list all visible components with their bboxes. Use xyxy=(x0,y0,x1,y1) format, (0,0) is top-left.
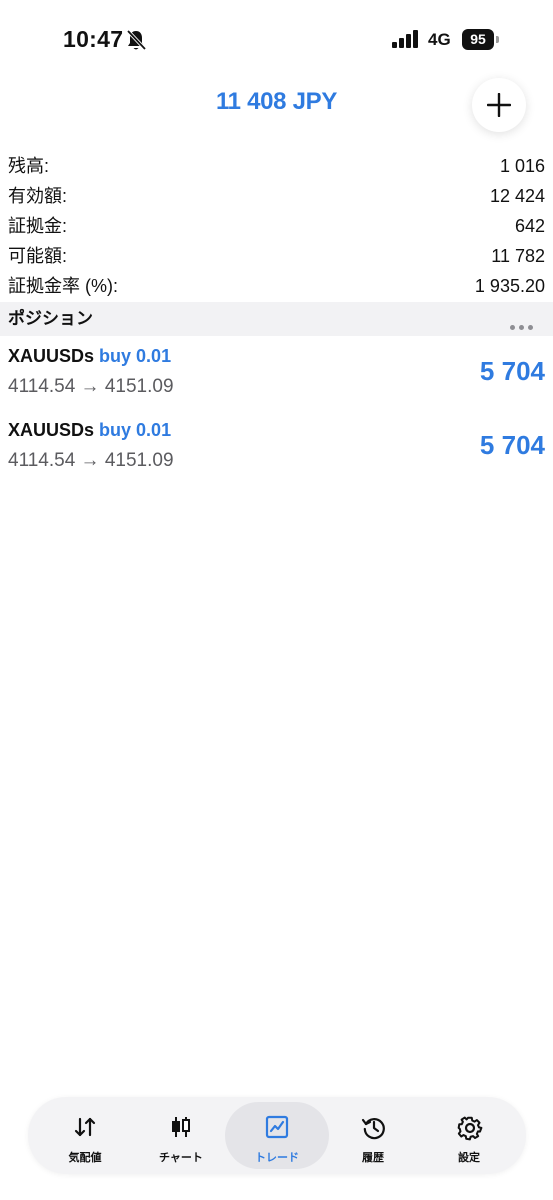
status-time: 10:47 xyxy=(63,26,124,52)
plus-icon xyxy=(487,93,511,117)
summary-value: 11 782 xyxy=(491,246,545,266)
candlestick-icon xyxy=(172,1117,190,1137)
bell-slash-icon xyxy=(126,29,147,51)
summary-label: 可能額: xyxy=(8,246,68,266)
position-symbol-line: XAUUSDs buy 0.01 xyxy=(8,420,171,441)
summary-row-margin: 証拠金: 642 xyxy=(8,211,545,241)
summary-row-equity: 有効額: 12 424 xyxy=(8,181,545,211)
add-order-button[interactable] xyxy=(472,78,526,132)
cellular-signal-icon xyxy=(392,30,418,48)
position-symbol-line: XAUUSDs buy 0.01 xyxy=(8,346,171,367)
tab-label: チャート xyxy=(159,1152,203,1164)
position-prices: 4114.54 → 4151.09 xyxy=(8,450,174,471)
tab-label: 気配値 xyxy=(68,1152,102,1164)
summary-row-margin-level: 証拠金率 (%): 1 935.20 xyxy=(8,271,545,301)
summary-value: 1 935.20 xyxy=(474,276,545,296)
position-side-volume: buy 0.01 xyxy=(99,420,172,440)
tab-label: トレード xyxy=(255,1152,299,1164)
position-symbol: XAUUSDs xyxy=(8,420,95,440)
history-clock-icon xyxy=(361,1118,385,1140)
status-bar: 10:47 4G 95 xyxy=(0,0,553,80)
gear-icon xyxy=(457,1116,483,1141)
summary-label: 証拠金: xyxy=(8,216,68,236)
bottom-tab-bar: 気配値 チャート トレード 履歴 設定 xyxy=(28,1097,526,1174)
quotes-arrows-icon xyxy=(74,1117,96,1137)
tab-settings[interactable]: 設定 xyxy=(417,1102,521,1169)
position-prices: 4114.54 → 4151.09 xyxy=(8,376,174,397)
summary-row-free-margin: 可能額: 11 782 xyxy=(8,241,545,271)
trade-chart-icon xyxy=(265,1115,289,1139)
network-type: 4G xyxy=(428,30,451,49)
summary-label: 有効額: xyxy=(8,186,68,206)
position-side-volume: buy 0.01 xyxy=(99,346,172,366)
account-summary: 残高: 1 016 有効額: 12 424 証拠金: 642 可能額: 11 7… xyxy=(8,151,545,301)
tab-history[interactable]: 履歴 xyxy=(321,1102,425,1169)
positions-list: XAUUSDs buy 0.01 4114.54 → 4151.09 5 704… xyxy=(0,340,553,488)
summary-value: 642 xyxy=(514,216,545,236)
positions-section-title: ポジション xyxy=(8,309,93,328)
battery-icon: 95 xyxy=(462,29,494,50)
position-symbol: XAUUSDs xyxy=(8,346,95,366)
tab-quotes[interactable]: 気配値 xyxy=(33,1102,137,1169)
positions-section-header: ポジション xyxy=(0,302,553,336)
more-horizontal-icon[interactable] xyxy=(510,317,538,330)
summary-label: 証拠金率 (%): xyxy=(8,276,118,296)
summary-value: 1 016 xyxy=(499,156,545,176)
position-item[interactable]: XAUUSDs buy 0.01 4114.54 → 4151.09 5 704 xyxy=(0,340,553,414)
tab-trade[interactable]: トレード xyxy=(225,1102,329,1169)
battery-tip xyxy=(496,36,499,43)
summary-label: 残高: xyxy=(8,156,50,176)
position-item[interactable]: XAUUSDs buy 0.01 4114.54 → 4151.09 5 704 xyxy=(0,414,553,488)
page-title-balance: 11 408 JPY xyxy=(215,88,338,115)
summary-value: 12 424 xyxy=(489,186,545,206)
tab-chart[interactable]: チャート xyxy=(129,1102,233,1169)
tab-label: 設定 xyxy=(458,1152,480,1164)
position-profit: 5 704 xyxy=(479,356,545,386)
position-profit: 5 704 xyxy=(479,430,545,460)
tab-label: 履歴 xyxy=(362,1152,384,1164)
summary-row-balance: 残高: 1 016 xyxy=(8,151,545,181)
